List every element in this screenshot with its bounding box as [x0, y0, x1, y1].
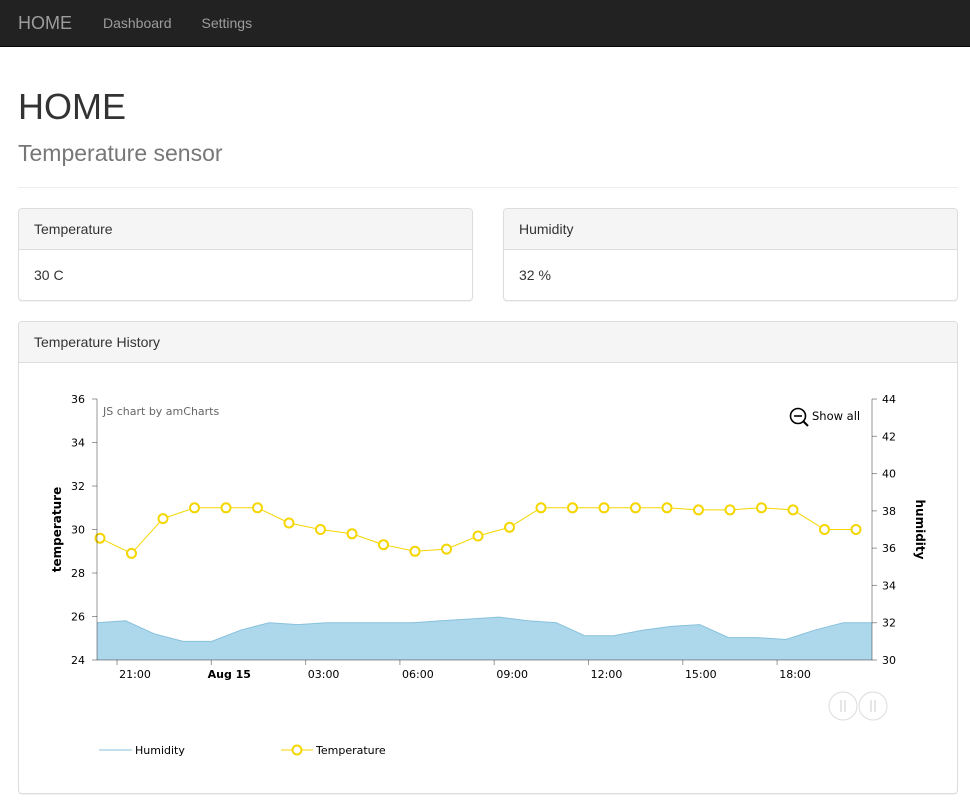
y-right-tick-label: 34: [882, 579, 896, 592]
temperature-point[interactable]: [126, 547, 137, 559]
legend-temperature-label: Temperature: [315, 744, 386, 757]
humidity-panel-heading: Humidity: [504, 209, 957, 250]
page-subtitle: Temperature sensor: [18, 140, 223, 166]
temperature-point[interactable]: [346, 528, 358, 540]
y-left-tick-label: 34: [71, 437, 85, 450]
temperature-point[interactable]: [472, 530, 484, 542]
stat-row: Temperature 30 C Humidity 32 %: [18, 208, 958, 301]
temperature-point[interactable]: [598, 502, 610, 514]
temperature-panel: Temperature 30 C: [18, 208, 473, 301]
history-panel-heading: Temperature History: [19, 322, 957, 363]
temperature-point[interactable]: [157, 513, 169, 525]
history-panel: Temperature History 24 26 28 30 32 34 36 30 32 34…: [18, 321, 958, 794]
temperature-panel-heading: Temperature: [19, 209, 472, 250]
temperature-point[interactable]: [252, 502, 263, 514]
scrollbar-handle-right[interactable]: [858, 691, 888, 721]
history-chart: 24 26 28 30 32 34 36 30 32 34 36 38 40 42 44 temperatur…: [50, 393, 927, 757]
legend-humidity[interactable]: Humidity: [99, 744, 185, 757]
x-tick-label: 09:00: [496, 668, 528, 681]
page-title: HOME: [18, 86, 126, 127]
x-tick-label: 15:00: [685, 668, 717, 681]
temperature-point[interactable]: [724, 504, 736, 516]
temperature-point[interactable]: [535, 502, 547, 514]
show-all-label: Show all: [812, 409, 860, 423]
scrollbar-handle-left[interactable]: [828, 691, 858, 721]
temperature-point[interactable]: [819, 524, 830, 535]
chart-credit[interactable]: JS chart by amCharts: [102, 405, 219, 418]
temperature-point[interactable]: [850, 524, 862, 535]
temperature-point[interactable]: [661, 502, 673, 514]
humidity-panel: Humidity 32 %: [503, 208, 958, 301]
legend-temperature[interactable]: Temperature: [281, 744, 386, 757]
main-container: HOME Temperature sensor Temperature 30 C…: [0, 87, 970, 794]
top-navbar: HOME Dashboard Settings: [0, 0, 970, 47]
temperature-point[interactable]: [409, 545, 421, 557]
temperature-point[interactable]: [756, 502, 767, 514]
y-right-tick-label: 36: [882, 542, 896, 555]
y-left-tick-label: 30: [71, 524, 85, 537]
legend-temperature-marker: [291, 744, 303, 756]
humidity-area: [97, 617, 872, 660]
nav-link-dashboard[interactable]: Dashboard: [103, 15, 172, 31]
x-tick-label: 21:00: [119, 668, 151, 681]
temperature-point[interactable]: [693, 504, 704, 516]
y-right-tick-label: 38: [882, 505, 896, 518]
y-left-tick-label: 28: [71, 567, 85, 580]
temperature-point[interactable]: [504, 521, 515, 533]
y-left-tick-label: 36: [71, 393, 85, 406]
y-right-axis-title: humidity: [913, 500, 927, 560]
y-left-tick-label: 32: [71, 480, 85, 493]
navbar-brand[interactable]: HOME: [18, 13, 72, 34]
legend-humidity-label: Humidity: [135, 744, 185, 757]
temperature-value: 30 C: [34, 267, 64, 283]
temperature-point[interactable]: [378, 539, 389, 551]
y-left-tick-label: 24: [71, 654, 85, 667]
header-divider: [18, 187, 958, 188]
show-all-button[interactable]: Show all: [789, 407, 861, 427]
temperature-point[interactable]: [283, 517, 295, 529]
y-left-tick-label: 26: [71, 611, 85, 624]
y-right-tick-label: 40: [882, 468, 896, 481]
temperature-point[interactable]: [315, 524, 326, 535]
x-tick-label: 18:00: [779, 668, 811, 681]
temperature-point[interactable]: [567, 502, 578, 514]
temperature-point[interactable]: [787, 504, 799, 516]
y-right-tick-label: 44: [882, 393, 896, 406]
x-tick-label: 12:00: [591, 668, 623, 681]
nav-link-settings[interactable]: Settings: [202, 15, 253, 31]
y-right-tick-label: 32: [882, 617, 896, 630]
temperature-point[interactable]: [630, 502, 641, 514]
x-tick-label: 03:00: [308, 668, 340, 681]
temperature-point[interactable]: [189, 502, 200, 514]
zoom-out-icon-handle: [802, 420, 809, 427]
y-right-tick-label: 30: [882, 654, 896, 667]
temperature-point[interactable]: [220, 502, 232, 514]
y-right-tick-label: 42: [882, 430, 896, 443]
humidity-value: 32 %: [519, 267, 551, 283]
y-left-axis-title: temperature: [50, 487, 64, 572]
temperature-point[interactable]: [441, 543, 452, 555]
x-tick-label: Aug 15: [208, 668, 251, 681]
x-tick-label: 06:00: [402, 668, 434, 681]
chart-area: 24 26 28 30 32 34 36 30 32 34 36 38 40 42 44 temperatur…: [19, 363, 957, 793]
